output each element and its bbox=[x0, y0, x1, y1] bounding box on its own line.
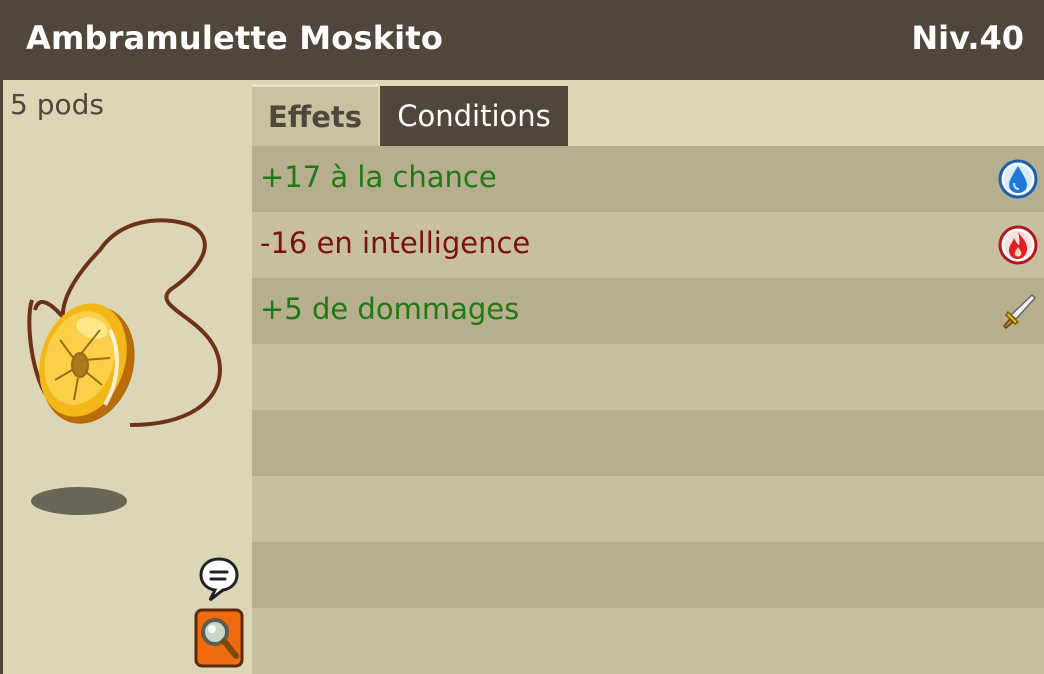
effect-row-empty bbox=[252, 344, 1044, 410]
sword-icon bbox=[1002, 293, 1037, 330]
tab-bar: Effets Conditions bbox=[252, 80, 1044, 146]
effect-row-empty bbox=[252, 608, 1044, 674]
effect-row-dommages: +5 de dommages bbox=[252, 278, 1044, 344]
effect-row-empty bbox=[252, 476, 1044, 542]
fire-icon bbox=[998, 225, 1038, 265]
item-level: Niv.40 bbox=[911, 19, 1024, 57]
effect-row-empty bbox=[252, 410, 1044, 476]
effect-text: +5 de dommages bbox=[260, 292, 520, 326]
item-shadow bbox=[31, 487, 127, 515]
effect-row-empty bbox=[252, 542, 1044, 608]
chat-bubble-icon[interactable] bbox=[198, 556, 240, 602]
magnifier-icon[interactable] bbox=[194, 608, 244, 668]
item-weight: 5 pods bbox=[10, 88, 104, 121]
effect-text: +17 à la chance bbox=[260, 160, 497, 194]
water-drop-icon bbox=[998, 159, 1038, 199]
effect-row-chance: +17 à la chance bbox=[252, 146, 1044, 212]
tab-conditions[interactable]: Conditions bbox=[380, 86, 568, 146]
effect-row-intelligence: -16 en intelligence bbox=[252, 212, 1044, 278]
effect-text: -16 en intelligence bbox=[260, 226, 531, 260]
item-name: Ambramulette Moskito bbox=[26, 19, 444, 57]
panel-border bbox=[0, 80, 3, 674]
tab-effets[interactable]: Effets bbox=[252, 84, 378, 146]
effects-list: +17 à la chance -16 en intelligence +5 d… bbox=[252, 146, 1044, 674]
item-title-bar: Ambramulette Moskito Niv.40 bbox=[0, 0, 1044, 80]
